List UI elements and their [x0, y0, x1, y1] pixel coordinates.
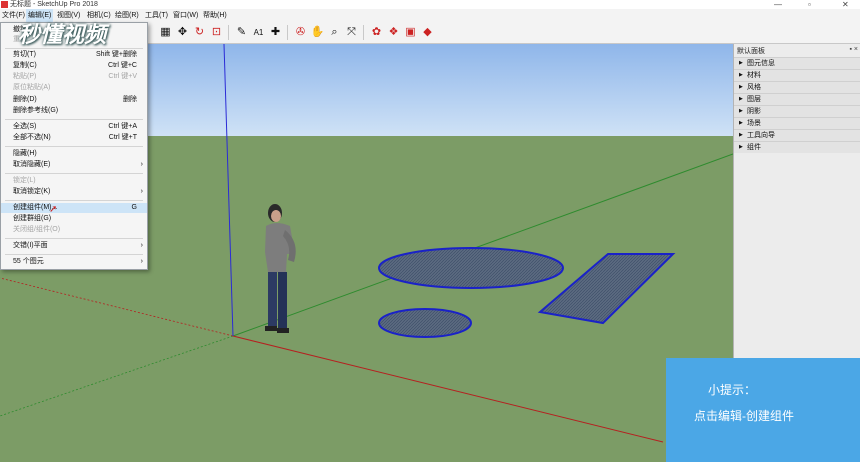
tip-title: 小提示： — [708, 383, 757, 397]
layout-icon[interactable]: ▣ — [403, 25, 418, 40]
menu-separator — [5, 200, 143, 201]
submenu-arrow-icon: › — [140, 188, 143, 195]
submenu-arrow-icon: › — [140, 161, 143, 168]
menu-draw[interactable]: 绘图(R) — [113, 9, 141, 22]
expand-arrow-icon: ▶ — [739, 120, 743, 126]
large-circle-shape[interactable] — [378, 247, 564, 289]
warehouse-icon[interactable]: ✿ — [369, 25, 384, 40]
panel-item-styles[interactable]: ▶ 风格 — [734, 81, 860, 93]
expand-arrow-icon: ▶ — [739, 132, 743, 138]
submenu-arrow-icon: › — [140, 242, 143, 249]
minimize-button[interactable]: — — [774, 0, 782, 9]
menu-item-intersect-faces[interactable]: 交错(I)平面 › — [1, 241, 147, 251]
move-icon[interactable]: ✥ — [175, 25, 190, 40]
panel-item-components[interactable]: ▶ 组件 — [734, 141, 860, 153]
menu-item-make-component[interactable]: 创建组件(M)... G — [1, 203, 147, 213]
ruby-icon[interactable]: ◆ — [420, 25, 435, 40]
pan-icon[interactable]: ✋ — [310, 25, 325, 40]
panel-item-shadows[interactable]: ▶ 阴影 — [734, 105, 860, 117]
menu-item-lock[interactable]: 锁定(L) — [1, 176, 147, 186]
edit-menu-dropdown: 撤销 重复 剪切(T) Shift 键+删除 复制(C) Ctrl 键+C 粘贴(P… — [0, 22, 148, 270]
tip-overlay: 小提示： 点击编辑-创建组件 — [666, 358, 860, 462]
rotate-icon[interactable]: ↻ — [192, 25, 207, 40]
menu-tools[interactable]: 工具(T) — [143, 9, 170, 22]
menu-item-paste-in-place[interactable]: 原位粘贴(A) — [1, 83, 147, 93]
panel-title: 默认面板 — [737, 48, 765, 55]
menu-help[interactable]: 帮助(H) — [201, 9, 229, 22]
panel-item-scenes[interactable]: ▶ 场景 — [734, 117, 860, 129]
submenu-arrow-icon: › — [140, 258, 143, 265]
menu-item-cut[interactable]: 剪切(T) Shift 键+删除 — [1, 50, 147, 60]
menu-item-delete-guides[interactable]: 删除参考线(G) — [1, 106, 147, 116]
tip-body: 点击编辑-创建组件 — [694, 409, 794, 423]
paint-bucket-icon[interactable]: ▦ — [158, 25, 173, 40]
expand-arrow-icon: ▶ — [739, 84, 743, 90]
zoom-icon[interactable]: ⌕ — [327, 25, 342, 40]
expand-arrow-icon: ▶ — [739, 96, 743, 102]
expand-arrow-icon: ▶ — [739, 108, 743, 114]
menu-item-copy[interactable]: 复制(C) Ctrl 键+C — [1, 61, 147, 71]
menu-item-select-all[interactable]: 全选(S) Ctrl 键+A — [1, 122, 147, 132]
small-circle-shape[interactable] — [378, 308, 472, 338]
menu-item-hide[interactable]: 隐藏(H) — [1, 149, 147, 159]
panel-item-layers[interactable]: ▶ 图层 — [734, 93, 860, 105]
restore-button[interactable]: ▫ — [808, 0, 811, 9]
orbit-icon[interactable]: ✇ — [293, 25, 308, 40]
watermark-logo: 秒懂视频 — [18, 22, 107, 47]
tape-measure-icon[interactable]: ✎ — [234, 25, 249, 40]
panel-item-entity-info[interactable]: ▶ 图元信息 — [734, 57, 860, 69]
menu-window[interactable]: 窗口(W) — [171, 9, 200, 22]
menu-separator — [5, 119, 143, 120]
expand-arrow-icon: ▶ — [739, 72, 743, 78]
title-bar: 无标题 - SketchUp Pro 2018 — ▫ ✕ — [0, 0, 860, 9]
menu-item-entity-count[interactable]: 55 个图元 › — [1, 257, 147, 267]
mouse-cursor-icon: ➚ — [49, 204, 58, 215]
text-icon[interactable]: A1 — [251, 25, 266, 40]
menu-item-make-group[interactable]: 创建群组(G) — [1, 214, 147, 224]
close-button[interactable]: ✕ — [842, 0, 849, 9]
panel-item-materials[interactable]: ▶ 材料 — [734, 69, 860, 81]
menu-item-unlock[interactable]: 取消锁定(K) › — [1, 187, 147, 197]
menu-separator — [5, 146, 143, 147]
menu-separator — [5, 238, 143, 239]
menu-bar: 文件(F) 编辑(E) 视图(V) 相机(C) 绘图(R) 工具(T) 窗口(W… — [0, 9, 860, 22]
expand-arrow-icon: ▶ — [739, 144, 743, 150]
extension-warehouse-icon[interactable]: ❖ — [386, 25, 401, 40]
app-icon — [1, 1, 8, 8]
scale-icon[interactable]: ⊡ — [209, 25, 224, 40]
menu-item-select-none[interactable]: 全部不选(N) Ctrl 键+T — [1, 133, 147, 143]
menu-item-paste[interactable]: 粘贴(P) Ctrl 键+V — [1, 72, 147, 82]
expand-arrow-icon: ▶ — [739, 60, 743, 66]
menu-item-delete[interactable]: 删除(D) 删除 — [1, 95, 147, 105]
menu-item-unhide[interactable]: 取消隐藏(E) › — [1, 160, 147, 170]
menu-item-close-group[interactable]: 关闭组/组件(O) — [1, 225, 147, 235]
zoom-extents-icon[interactable]: ⤧ — [344, 25, 359, 40]
window-title: 无标题 - SketchUp Pro 2018 — [10, 1, 98, 8]
menu-separator — [5, 254, 143, 255]
axes-icon[interactable]: ✚ — [268, 25, 283, 40]
panel-pin-close-icon[interactable]: ▪ × — [849, 46, 858, 53]
menu-separator — [5, 173, 143, 174]
panel-item-instructor[interactable]: ▶ 工具向导 — [734, 129, 860, 141]
